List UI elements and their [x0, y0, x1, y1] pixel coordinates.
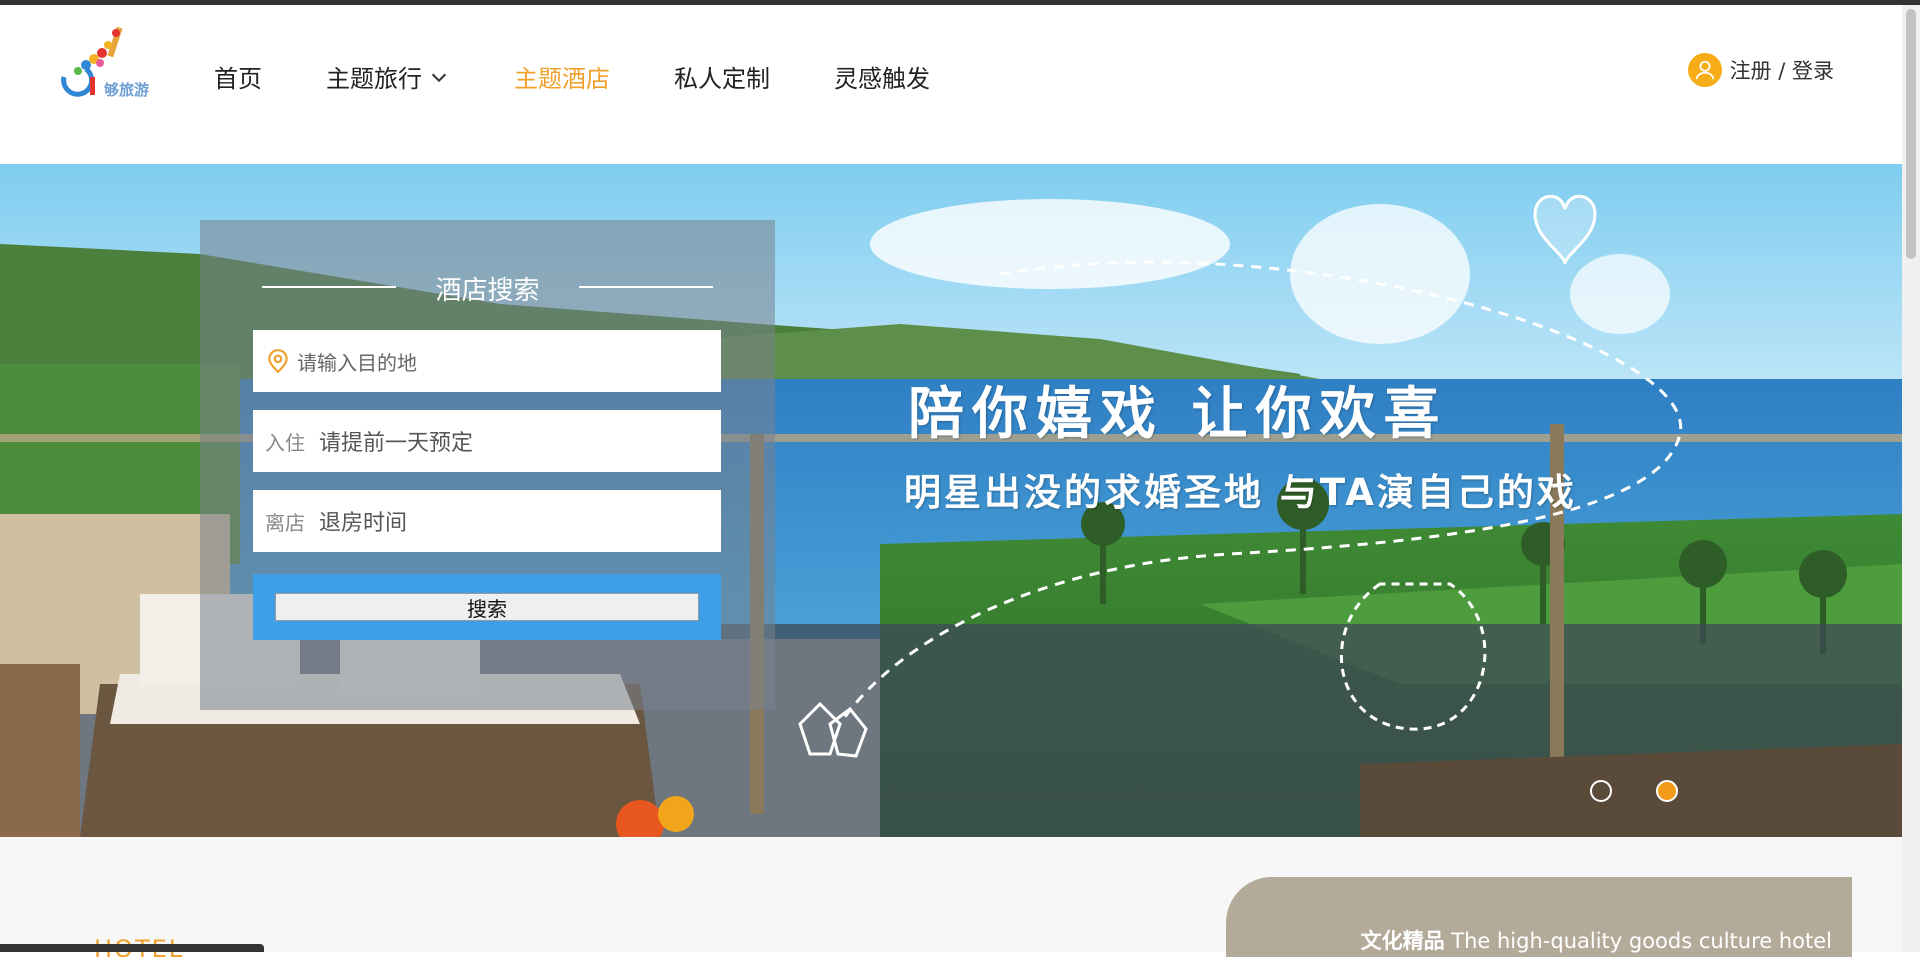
carousel-dot-2[interactable] — [1656, 780, 1678, 802]
checkout-field[interactable]: 离店 退房时间 — [253, 490, 721, 552]
culture-hotel-heading: 文化精品 The high-quality goods culture hote… — [1361, 925, 1832, 955]
brand-name: 够旅游 — [104, 81, 150, 99]
culture-subtitle: The high-quality goods culture hotel — [1444, 929, 1832, 953]
carousel-dots — [1590, 780, 1678, 802]
checkin-placeholder: 请提前一天预定 — [319, 431, 474, 456]
page-scrollbar[interactable] — [1902, 5, 1920, 952]
user-icon — [1687, 53, 1722, 87]
search-button[interactable]: 搜索 — [275, 593, 699, 621]
main-nav: 首页 主题旅行 主题酒店 私人定制 灵感触发 — [214, 59, 994, 94]
hotel-search-title: 酒店搜索 — [200, 270, 775, 307]
checkin-prefix: 入住 — [265, 430, 305, 455]
destination-field[interactable]: 请输入目的地 — [253, 330, 721, 392]
site-logo[interactable]: 够旅游 — [56, 19, 156, 101]
culture-hotel-card: 文化精品 The high-quality goods culture hote… — [1226, 877, 1852, 957]
nav-inspiration[interactable]: 灵感触发 — [834, 59, 930, 94]
chevron-down-icon — [431, 73, 447, 82]
browser-status-bar — [0, 944, 264, 952]
location-pin-icon — [268, 349, 288, 374]
banner-slogan-sub: 明星出没的求婚圣地 与TA演自己的戏 — [904, 471, 1577, 514]
search-button-container: 搜索 — [253, 574, 721, 640]
nav-theme-hotel[interactable]: 主题酒店 — [514, 59, 610, 94]
hotel-search-panel: 酒店搜索 请输入目的地 入住 请提前一天预定 离店 退房时间 搜索 — [200, 220, 775, 710]
login-register[interactable]: 注册 / 登录 — [1687, 53, 1834, 87]
carousel-dot-1[interactable] — [1590, 780, 1612, 802]
culture-bold: 文化精品 — [1360, 929, 1445, 953]
hotel-search-title-text: 酒店搜索 — [435, 276, 540, 306]
site-header: 够旅游 首页 主题旅行 主题酒店 私人定制 灵感触发 注册 / 登录 — [0, 5, 1902, 164]
content-section: 文化精品 The high-quality goods culture hote… — [0, 837, 1902, 963]
hero-banner: 陪你嬉戏 让你欢喜 明星出没的求婚圣地 与TA演自己的戏 酒店搜索 请输入目的地… — [0, 164, 1902, 837]
checkout-prefix: 离店 — [265, 510, 305, 535]
checkin-field[interactable]: 入住 请提前一天预定 — [253, 410, 721, 472]
banner-slogan-main: 陪你嬉戏 让你欢喜 — [908, 382, 1448, 447]
nav-theme-travel-label: 主题旅行 — [326, 65, 422, 93]
title-left-line — [262, 286, 396, 288]
nav-theme-travel[interactable]: 主题旅行 — [326, 59, 450, 94]
nav-private-custom[interactable]: 私人定制 — [674, 59, 770, 94]
scrollbar-thumb[interactable] — [1906, 9, 1916, 259]
checkout-placeholder: 退房时间 — [319, 511, 408, 536]
destination-placeholder: 请输入目的地 — [297, 350, 417, 375]
auth-label: 注册 / 登录 — [1729, 59, 1834, 83]
title-right-line — [579, 286, 713, 288]
nav-home[interactable]: 首页 — [214, 59, 262, 94]
